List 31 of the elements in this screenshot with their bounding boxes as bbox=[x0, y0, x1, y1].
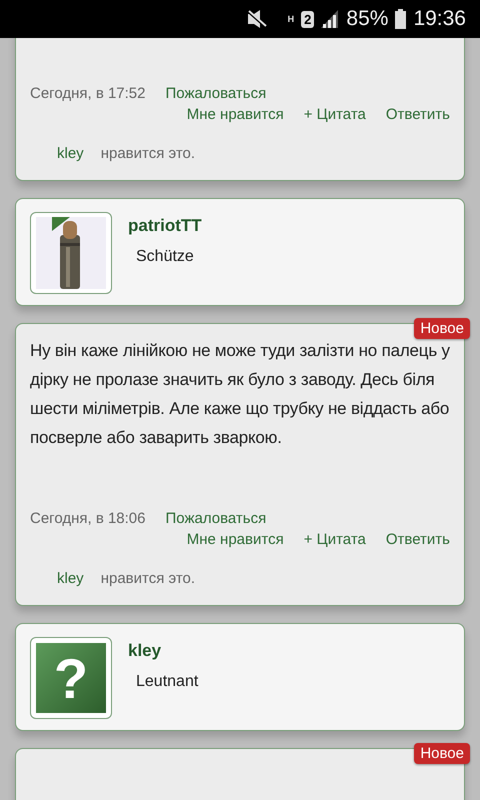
user-link[interactable]: kley bbox=[57, 570, 84, 587]
report-link[interactable]: Пожаловаться bbox=[166, 85, 266, 102]
new-badge: Новое bbox=[414, 743, 470, 764]
action-link[interactable]: Мне нравится bbox=[186, 106, 284, 123]
avatar-glyph: ? bbox=[54, 646, 88, 710]
post-date: Сегодня, в 18:06 bbox=[30, 510, 146, 527]
battery-icon bbox=[395, 9, 406, 29]
mute-icon bbox=[246, 10, 268, 28]
post-date: Сегодня, в 17:52 bbox=[30, 85, 146, 102]
author-name[interactable]: kley bbox=[128, 641, 198, 661]
sim-number: 2 bbox=[301, 10, 314, 28]
user-link[interactable]: kley bbox=[57, 145, 84, 162]
author-rank: Schütze bbox=[135, 248, 195, 266]
battery-level: 85% bbox=[346, 7, 388, 31]
report-link[interactable]: Пожаловаться bbox=[166, 510, 266, 527]
action-link[interactable]: Ответить bbox=[386, 531, 450, 548]
action-link[interactable]: + Цитата bbox=[304, 106, 366, 123]
avatar-frame[interactable] bbox=[30, 212, 112, 294]
clock: 19:36 bbox=[413, 7, 466, 31]
action-link[interactable]: + Цитата bbox=[304, 531, 366, 548]
new-badge: Новое bbox=[414, 318, 470, 339]
author-name[interactable]: patriotTT bbox=[128, 216, 202, 236]
likes-text: нравится это. bbox=[100, 570, 196, 587]
action-link[interactable]: Мне нравится bbox=[186, 531, 284, 548]
likes-text: нравится это. bbox=[100, 145, 196, 162]
network-type: H bbox=[288, 14, 294, 24]
action-link[interactable]: Ответить bbox=[386, 106, 450, 123]
author-rank: Leutnant bbox=[135, 673, 198, 691]
avatar-frame[interactable]: ? bbox=[30, 637, 112, 719]
signal-icon bbox=[321, 10, 340, 28]
post-text: Ну він каже лінійкою не може туди залізти но палець у дірку не пролазе значить як було з заводу. Десь біля шести міліметрів. Але каже що трубку не віддасть або посверле або заварить зваркою. bbox=[30, 340, 450, 449]
